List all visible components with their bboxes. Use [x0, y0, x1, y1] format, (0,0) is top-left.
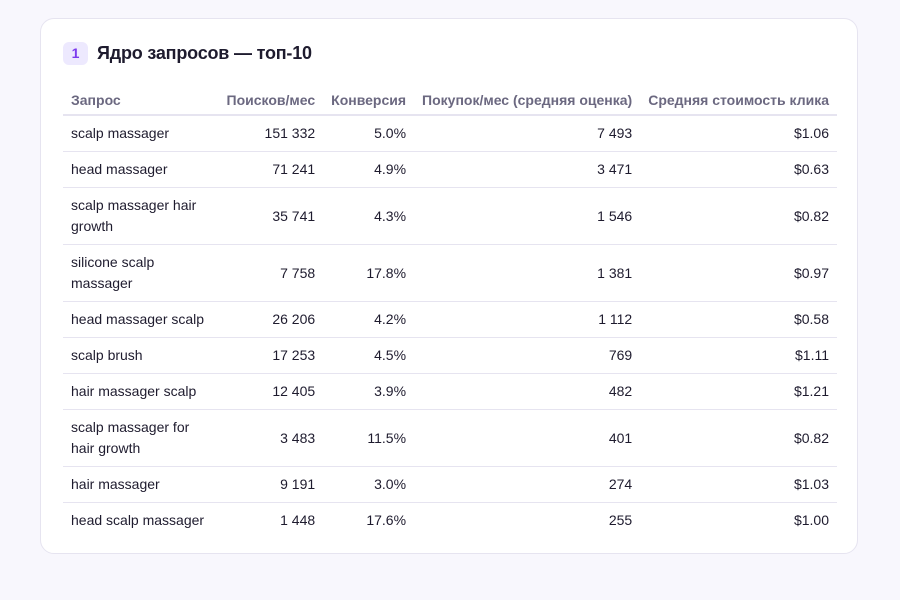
cell-searches: 151 332: [218, 115, 324, 152]
cell-cpc: $0.58: [640, 301, 837, 338]
cell-conversion: 17.8%: [323, 244, 415, 302]
cell-searches: 3 483: [218, 409, 324, 467]
cell-conversion: 4.2%: [323, 301, 415, 338]
cell-searches: 9 191: [218, 466, 324, 503]
cell-query: head massager: [63, 151, 219, 188]
cell-cpc: $0.63: [640, 151, 837, 188]
table-row: hair massager scalp 12 405 3.9% 482 $1.2…: [63, 373, 837, 410]
keyword-table: Запрос Поисков/мес Конверсия Покупок/мес…: [63, 85, 837, 538]
cell-searches: 17 253: [218, 337, 324, 374]
cell-purchases: 7 493: [414, 115, 641, 152]
cell-purchases: 255: [608, 512, 633, 528]
table-row: scalp brush 17 253 4.5% 769 $1.11: [63, 337, 837, 374]
cell-conversion: 11.5%: [323, 409, 415, 467]
cell-searches: 26 206: [218, 301, 324, 338]
cell-searches: 12 405: [218, 373, 324, 410]
cell-purchases: 1 112: [414, 301, 641, 338]
cell-query: scalp massager for hair growth: [63, 409, 219, 467]
cell-conversion: 17.6%: [366, 512, 407, 528]
cell-searches: 35 741: [218, 187, 324, 245]
table-row: head massager scalp 26 206 4.2% 1 112 $0…: [63, 301, 837, 338]
cell-query: hair massager scalp: [63, 373, 219, 410]
table-row: scalp massager for hair growth 3 483 11.…: [63, 409, 837, 467]
column-header-purchases[interactable]: Покупок/мес (средняя оценка): [414, 85, 641, 116]
section-number-badge: 1: [63, 41, 88, 65]
table-row: scalp massager hair growth 35 741 4.3% 1…: [63, 187, 837, 245]
cell-purchases: 482: [414, 373, 641, 410]
cell-conversion: 4.3%: [323, 187, 415, 245]
cell-cpc: $0.82: [640, 409, 837, 467]
cell-purchases: 769: [414, 337, 641, 374]
cell-cpc: $1.03: [640, 466, 837, 503]
column-header-searches[interactable]: Поисков/мес: [218, 85, 324, 116]
cell-cpc: $1.21: [640, 373, 837, 410]
cell-purchases: 3 471: [414, 151, 641, 188]
cell-cpc: $1.00: [793, 512, 829, 528]
cell-query: head massager scalp: [63, 301, 219, 338]
cell-cpc: $1.11: [640, 337, 837, 374]
table-row: head massager 71 241 4.9% 3 471 $0.63: [63, 151, 837, 188]
table-header-row: Запрос Поисков/мес Конверсия Покупок/мес…: [63, 85, 837, 116]
table-row: scalp massager 151 332 5.0% 7 493 $1.06: [63, 115, 837, 152]
cell-query: hair massager: [63, 466, 219, 503]
table-row: head scalp massager 1 448 17.6% 255 $1.0…: [63, 503, 837, 539]
column-header-query[interactable]: Запрос: [63, 85, 219, 116]
cell-searches: 7 758: [218, 244, 324, 302]
cell-purchases: 274: [414, 466, 641, 503]
cell-conversion: 3.0%: [323, 466, 415, 503]
cell-conversion: 3.9%: [323, 373, 415, 410]
cell-cpc: $1.06: [640, 115, 837, 152]
cell-query: silicone scalp massager: [63, 244, 219, 302]
cell-purchases: 1 381: [414, 244, 641, 302]
table-row: hair massager 9 191 3.0% 274 $1.03: [63, 466, 837, 503]
cell-conversion: 5.0%: [323, 115, 415, 152]
cell-query: scalp massager hair growth: [63, 187, 219, 245]
cell-purchases: 1 546: [414, 187, 641, 245]
cell-searches: 71 241: [218, 151, 324, 188]
cell-conversion: 4.9%: [323, 151, 415, 188]
column-header-cpc[interactable]: Средняя стоимость клика: [640, 85, 837, 116]
cell-query: scalp brush: [63, 337, 219, 374]
cell-searches: 1 448: [280, 512, 316, 528]
cell-query: scalp massager: [63, 115, 219, 152]
card-header: 1 Ядро запросов — топ-10: [63, 41, 312, 65]
cell-conversion: 4.5%: [323, 337, 415, 374]
column-header-conversion[interactable]: Конверсия: [323, 85, 415, 116]
cell-cpc: $0.97: [640, 244, 837, 302]
cell-cpc: $0.82: [640, 187, 837, 245]
cell-query: head scalp massager: [71, 512, 205, 528]
keyword-core-card: 1 Ядро запросов — топ-10 Запрос Поисков/…: [40, 18, 858, 554]
table-row: silicone scalp massager 7 758 17.8% 1 38…: [63, 244, 837, 302]
section-title: Ядро запросов — топ-10: [97, 42, 312, 63]
cell-purchases: 401: [414, 409, 641, 467]
